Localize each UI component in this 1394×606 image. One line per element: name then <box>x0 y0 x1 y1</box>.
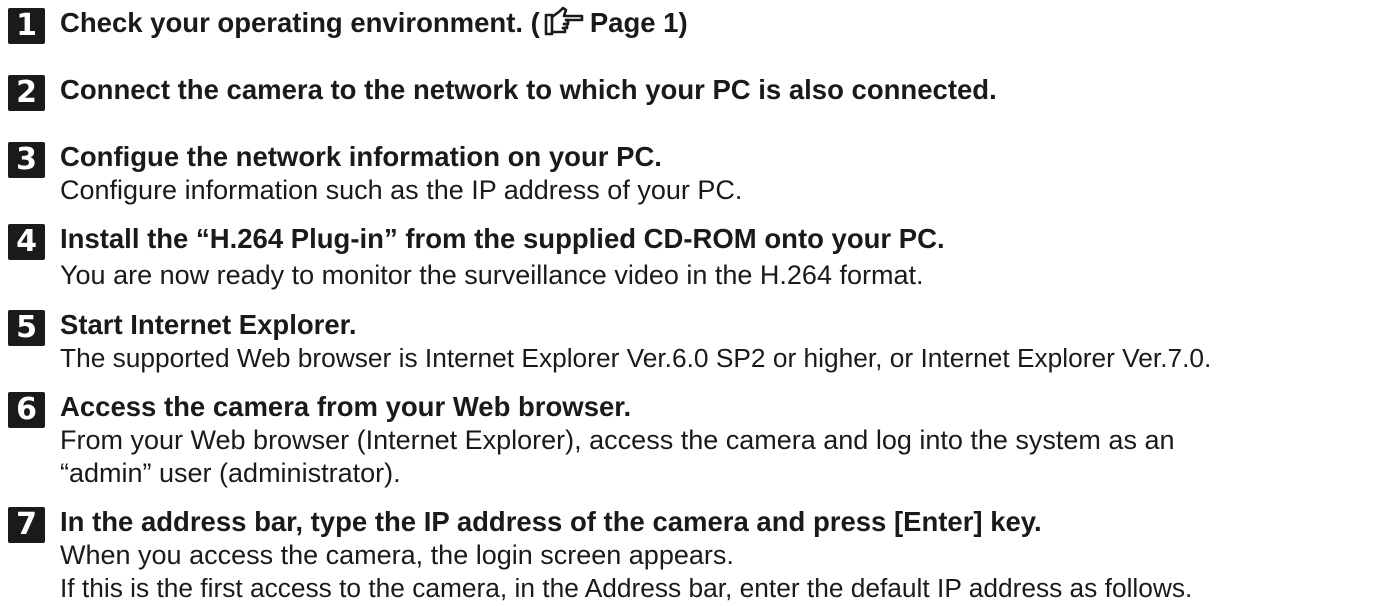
step-description: Configure information such as the IP add… <box>60 175 743 205</box>
step-text: Start Internet Explorer. The supported W… <box>60 308 1388 375</box>
step-number-badge: 5 <box>8 310 45 346</box>
page-reference-text: Page 1) <box>589 7 688 38</box>
step-text: Install the “H.264 Plug-in” from the sup… <box>60 222 1388 292</box>
step-number-badge: 1 <box>8 8 45 44</box>
step-description-line-1: From your Web browser (Internet Explorer… <box>60 425 1175 455</box>
step-number-badge: 6 <box>8 392 45 428</box>
step-title: Access the camera from your Web browser. <box>60 391 632 422</box>
step-description: The supported Web browser is Internet Ex… <box>60 343 1212 373</box>
step-title: In the address bar, type the IP address … <box>60 506 1042 537</box>
step-description: You are now ready to monitor the surveil… <box>60 260 924 290</box>
step-number-badge: 7 <box>8 507 45 543</box>
step-title: Start Internet Explorer. <box>60 309 357 340</box>
step-number-badge: 3 <box>8 142 45 178</box>
step-title: Check your operating environment. ( Page… <box>60 6 1388 44</box>
step-number-badge: 2 <box>8 75 45 111</box>
step-text: Check your operating environment. ( Page… <box>60 6 1388 44</box>
step-number-badge: 4 <box>8 224 45 260</box>
step-text: In the address bar, type the IP address … <box>60 505 1388 605</box>
step-title: Configue the network information on your… <box>60 141 662 172</box>
step-text: Connect the camera to the network to whi… <box>60 73 1388 107</box>
pointing-hand-reference-icon <box>544 6 584 44</box>
step-description-line-2: If this is the first access to the camer… <box>60 573 1193 603</box>
step-description-line-2: “admin” user (administrator). <box>60 458 401 488</box>
step-text: Access the camera from your Web browser.… <box>60 390 1388 490</box>
step-text: Configue the network information on your… <box>60 140 1388 207</box>
step-description-line-1: When you access the camera, the login sc… <box>60 540 734 570</box>
step-title: Install the “H.264 Plug-in” from the sup… <box>60 223 945 254</box>
step-title: Connect the camera to the network to whi… <box>60 74 997 105</box>
step-title-text: Check your operating environment. ( <box>60 7 540 38</box>
